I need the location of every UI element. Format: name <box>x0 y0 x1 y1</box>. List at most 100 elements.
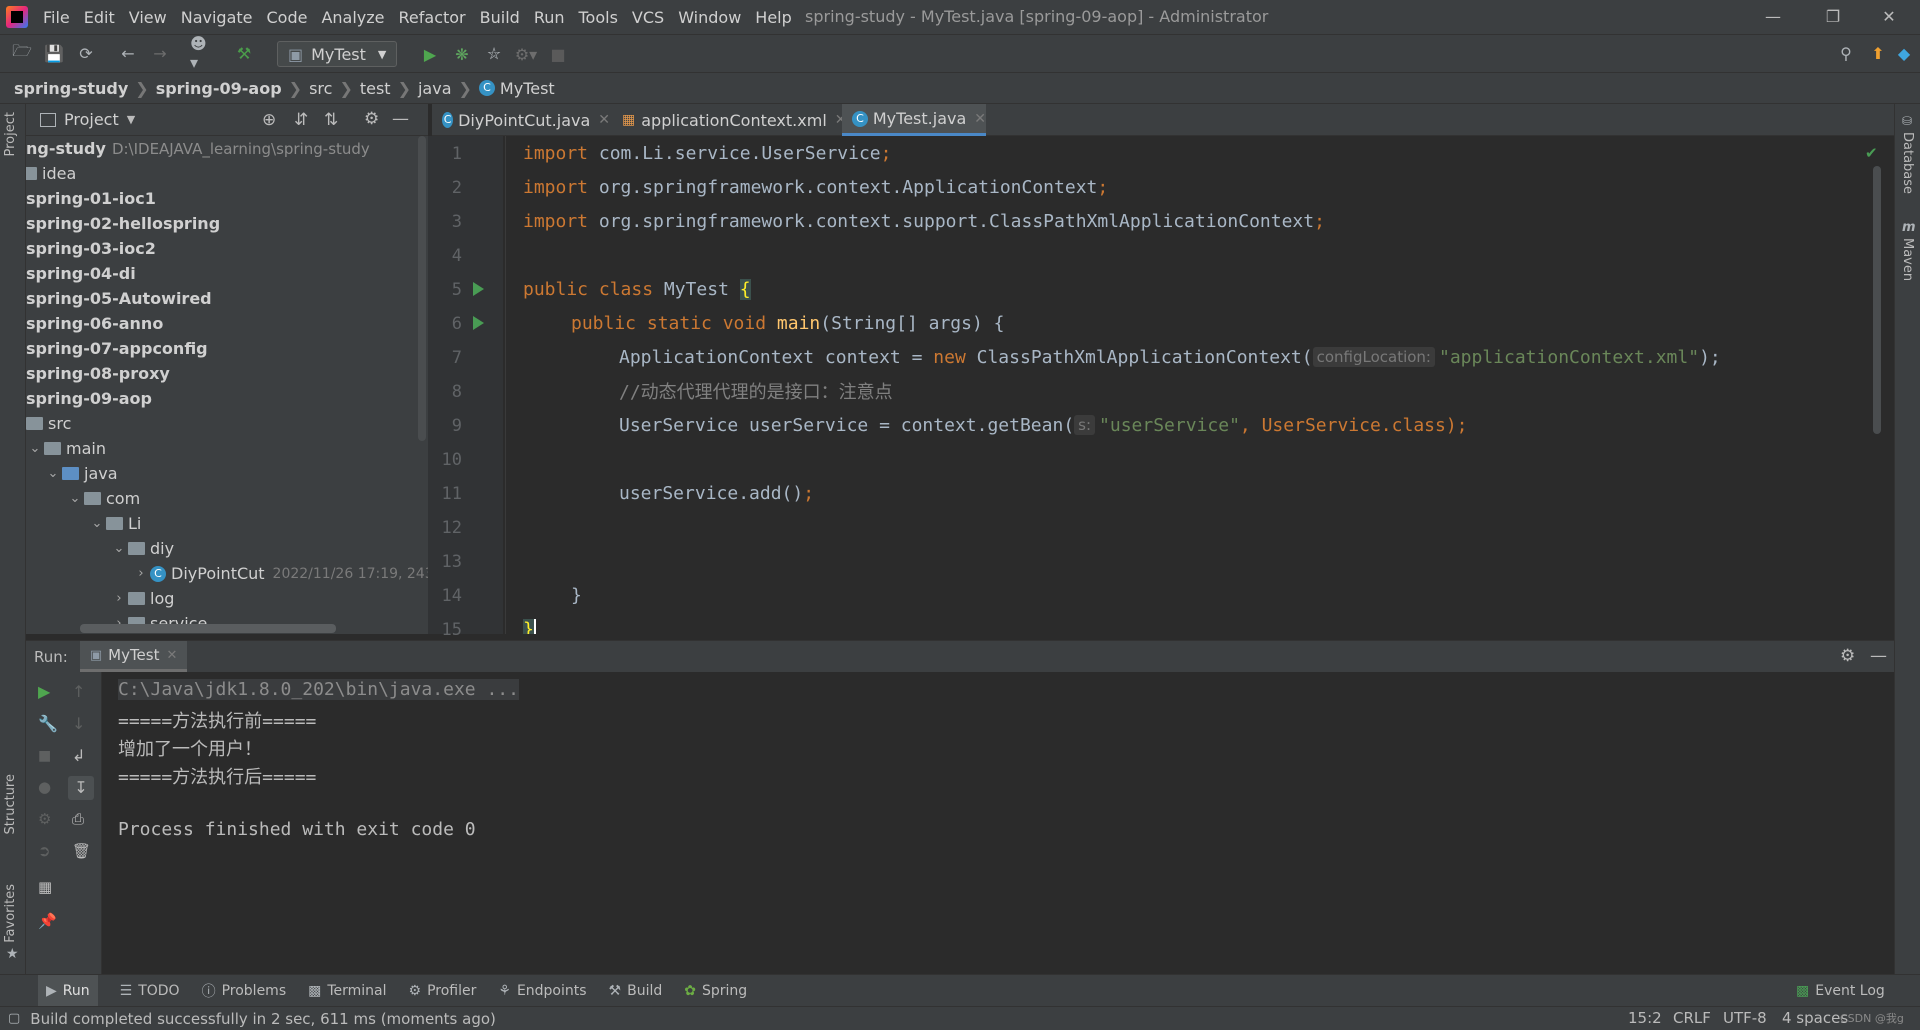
tab-profiler[interactable]: ⚙ Profiler <box>409 983 477 999</box>
menu-refactor[interactable]: Refactor <box>392 8 473 27</box>
save-icon[interactable]: 💾 <box>42 41 66 65</box>
chevron-right-icon[interactable]: › <box>110 591 128 606</box>
search-icon[interactable]: ⚲ <box>1834 41 1858 65</box>
tree-item-li[interactable]: ⌄ Li <box>88 511 142 536</box>
tree-item-diy[interactable]: ⌄ diy <box>110 536 175 561</box>
chevron-down-icon[interactable]: ⌄ <box>26 441 44 456</box>
open-folder-icon[interactable]: 🗁 <box>10 41 34 65</box>
event-log-button[interactable]: ▩ Event Log <box>1796 983 1885 999</box>
menu-build[interactable]: Build <box>473 8 527 27</box>
tree-item-spring-09[interactable]: spring-09-aop <box>26 386 152 411</box>
chevron-down-icon[interactable]: ⌄ <box>88 516 106 531</box>
forward-icon[interactable]: → <box>148 41 172 65</box>
soft-wrap-icon[interactable]: ↲ <box>72 746 85 765</box>
gear-icon[interactable]: ⚙ <box>1840 646 1855 666</box>
menu-code[interactable]: Code <box>260 8 315 27</box>
close-tab-icon[interactable]: ✕ <box>974 111 986 127</box>
expand-all-icon[interactable]: ⇵ <box>294 110 308 130</box>
close-window-icon[interactable]: ✕ <box>1866 4 1912 30</box>
coverage-icon[interactable]: ⛦ <box>482 42 506 66</box>
tree-item-java[interactable]: ⌄ java <box>44 461 118 486</box>
run-icon[interactable]: ▶ <box>418 42 442 66</box>
rerun-icon[interactable]: ▶ <box>38 682 50 701</box>
code-editor[interactable]: import com.Li.service.UserService; impor… <box>503 136 1883 634</box>
build-hammer-icon[interactable]: ⚒ <box>232 41 256 65</box>
tab-build[interactable]: ⚒ Build <box>609 983 663 999</box>
chevron-down-icon[interactable]: ⌄ <box>44 466 62 481</box>
favorites-tool-tab[interactable]: Favorites <box>3 884 18 943</box>
tree-item-diypointcut[interactable]: ›C DiyPointCut 2022/11/26 17:19, 243 B <box>132 561 428 586</box>
chevron-down-icon[interactable]: ⌄ <box>110 541 128 556</box>
back-icon[interactable]: ← <box>116 41 140 65</box>
tree-item-src[interactable]: src <box>26 411 71 436</box>
user-icon[interactable]: ☻▾ <box>190 34 214 72</box>
jetbrains-toolbox-icon[interactable]: ◆ <box>1892 41 1916 65</box>
tab-endpoints[interactable]: ⚘ Endpoints <box>498 983 586 999</box>
no-problems-check-icon[interactable]: ✔ <box>1865 144 1878 162</box>
settings-icon[interactable]: ⚙ <box>38 810 51 828</box>
tree-item-spring-05[interactable]: spring-05-Autowired <box>26 286 212 311</box>
tree-item-spring-03[interactable]: spring-03-ioc2 <box>26 236 156 261</box>
tree-item-spring-06[interactable]: spring-06-anno <box>26 311 163 336</box>
menu-edit[interactable]: Edit <box>77 8 122 27</box>
tab-run[interactable]: ▶ Run <box>38 975 98 1006</box>
run-config-dropdown[interactable]: ▣ MyTest ▼ <box>277 41 397 67</box>
crumb-file[interactable]: MyTest <box>500 79 555 98</box>
tab-terminal[interactable]: ▩ Terminal <box>308 983 386 999</box>
tree-item-spring-02[interactable]: spring-02-hellospring <box>26 211 220 236</box>
menu-help[interactable]: Help <box>748 8 798 27</box>
locate-icon[interactable]: ⊕ <box>262 110 276 130</box>
stop-icon[interactable]: ■ <box>38 748 51 764</box>
run-tab-mytest[interactable]: ▣ MyTest ✕ <box>79 641 188 672</box>
debug-icon[interactable]: ❋ <box>450 42 474 66</box>
crumb-java[interactable]: java <box>418 79 452 98</box>
close-tab-icon[interactable]: ✕ <box>598 112 610 128</box>
tree-item-com[interactable]: ⌄ com <box>66 486 141 511</box>
tree-item-spring-07[interactable]: spring-07-appconfig <box>26 336 208 361</box>
tree-root[interactable]: ng-study D:\IDEAJAVA_learning\spring-stu… <box>26 136 370 161</box>
menu-analyze[interactable]: Analyze <box>314 8 391 27</box>
down-arrow-icon[interactable]: ↓ <box>72 714 85 733</box>
hide-panel-icon[interactable]: — <box>1870 646 1887 666</box>
project-view-label[interactable]: Project <box>64 110 119 129</box>
tree-item-spring-04[interactable]: spring-04-di <box>26 261 136 286</box>
chevron-right-icon[interactable]: › <box>132 566 150 581</box>
indent-setting[interactable]: 4 spaces <box>1782 1009 1848 1027</box>
editor-scrollbar[interactable] <box>1873 166 1881 434</box>
print-icon[interactable]: ⎙ <box>72 810 84 828</box>
tab-applicationcontext[interactable]: ▦ applicationContext.xml ✕ <box>612 104 847 136</box>
tab-problems[interactable]: ⓘ Problems <box>202 981 287 1001</box>
tree-item-main[interactable]: ⌄ main <box>26 436 106 461</box>
project-tool-tab[interactable]: Project <box>3 112 18 156</box>
menu-view[interactable]: View <box>122 8 174 27</box>
exit-icon[interactable]: ➲ <box>38 842 51 860</box>
close-tab-icon[interactable]: ✕ <box>166 648 177 663</box>
maven-tool-tab[interactable]: Maven <box>1900 238 1915 281</box>
tab-diypointcut[interactable]: C DiyPointCut.java ✕ <box>432 104 610 136</box>
minimize-icon[interactable]: — <box>1750 4 1796 30</box>
line-separator[interactable]: CRLF <box>1673 1009 1711 1027</box>
tab-spring[interactable]: ✿ Spring <box>684 983 747 999</box>
menu-window[interactable]: Window <box>671 8 748 27</box>
tree-item-spring-01[interactable]: spring-01-ioc1 <box>26 186 156 211</box>
tab-todo[interactable]: ☰ TODO <box>120 983 180 999</box>
structure-tool-tab[interactable]: Structure <box>3 774 18 834</box>
menu-navigate[interactable]: Navigate <box>174 8 260 27</box>
run-class-gutter-icon[interactable] <box>473 282 484 296</box>
crumb-project[interactable]: spring-study <box>14 79 128 98</box>
status-window-icon[interactable]: ▢ <box>8 1011 20 1026</box>
camera-icon[interactable]: ● <box>38 778 51 796</box>
status-message[interactable]: Build completed successfully in 2 sec, 6… <box>30 1010 496 1028</box>
menu-file[interactable]: File <box>36 8 77 27</box>
menu-tools[interactable]: Tools <box>572 8 625 27</box>
wrench-icon[interactable]: 🔧 <box>38 714 58 733</box>
chevron-down-icon[interactable]: ▼ <box>127 113 135 126</box>
trash-icon[interactable]: 🗑 <box>72 842 91 860</box>
database-tool-tab[interactable]: Database <box>1900 132 1915 194</box>
update-icon[interactable]: ⬆ <box>1866 41 1890 65</box>
console-output[interactable]: C:\Java\jdk1.8.0_202\bin\java.exe ... ==… <box>102 672 1894 974</box>
restore-icon[interactable]: ❐ <box>1810 4 1856 30</box>
pin-icon[interactable]: 📌 <box>38 912 57 930</box>
profile-icon[interactable]: ⚙▾ <box>514 42 538 66</box>
sync-icon[interactable]: ⟳ <box>74 41 98 65</box>
